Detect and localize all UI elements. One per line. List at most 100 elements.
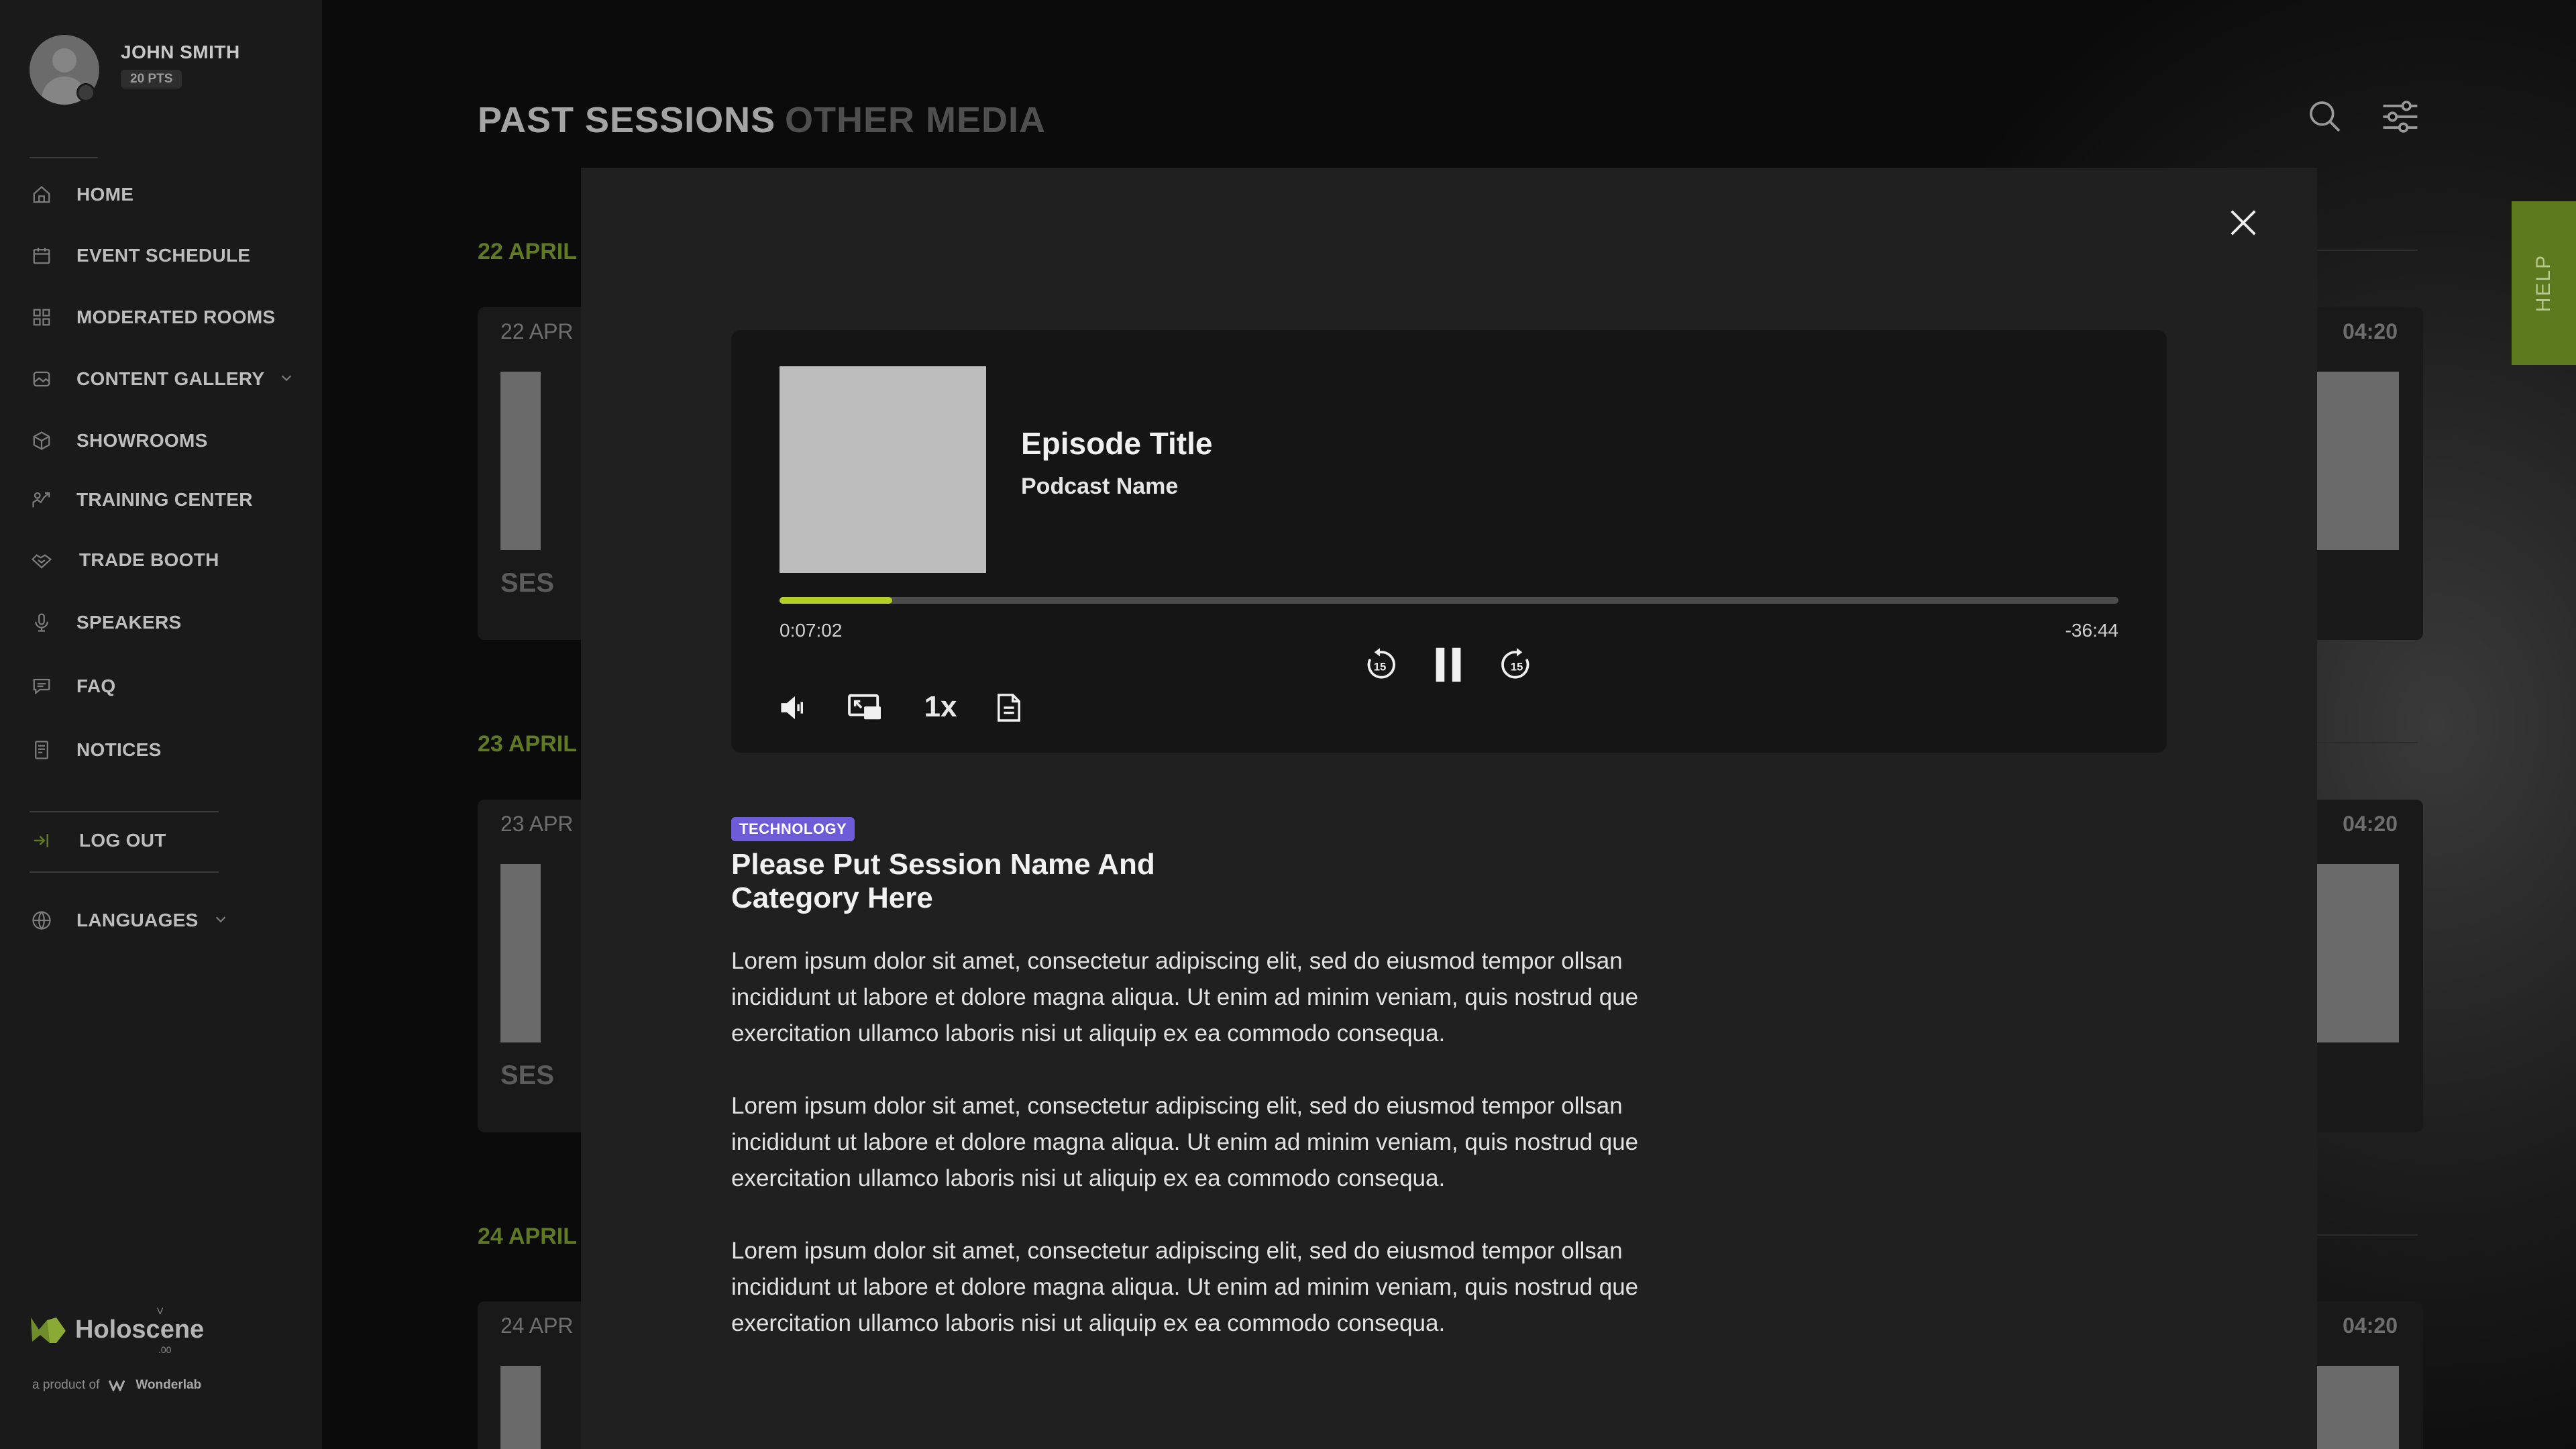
divider — [30, 871, 219, 873]
card-title: SESSION TWO LINES — [500, 1061, 554, 1090]
skip-back-15-icon: 15 — [1367, 648, 1395, 679]
pause-button[interactable] — [1429, 645, 1468, 684]
holoscene-logo-icon — [31, 1318, 66, 1343]
search-icon[interactable] — [2306, 98, 2344, 139]
transcript-document-icon — [998, 694, 1020, 722]
sidebar-item-trade-booth[interactable]: TRADE BOOTH — [30, 544, 219, 576]
microphone-icon — [30, 610, 54, 635]
brand-logo: Holoscene V .00 — [30, 1305, 205, 1355]
card-thumbnail — [2317, 1366, 2399, 1449]
card-date: 24 APR — [500, 1313, 574, 1338]
transcript-button[interactable] — [994, 690, 1024, 726]
user-name: JOHN SMITH — [121, 42, 240, 62]
mute-button[interactable] — [778, 691, 812, 724]
close-button[interactable] — [2223, 203, 2263, 243]
card-date: 22 APR — [500, 319, 574, 343]
avatar-edit-badge[interactable] — [76, 83, 95, 102]
card-thumbnail — [500, 1366, 541, 1449]
brand-sub-version: .00 — [158, 1344, 172, 1355]
picture-in-picture-icon — [848, 694, 881, 720]
progress-fill — [780, 597, 892, 604]
sidebar-item-label: TRAINING CENTER — [76, 489, 253, 510]
sidebar-item-notices[interactable]: NOTICES — [30, 734, 162, 766]
picture-in-picture-button[interactable] — [847, 691, 884, 724]
card-duration: 04:20 — [2343, 812, 2398, 836]
pause-icon — [1436, 647, 1461, 682]
date-heading: 24 APRIL — [478, 1224, 578, 1249]
sidebar-item-label: EVENT SCHEDULE — [76, 245, 251, 266]
sidebar-item-home[interactable]: HOME — [30, 178, 133, 211]
training-icon — [30, 488, 54, 512]
help-tab[interactable]: HELP — [2512, 201, 2576, 365]
tab-past-sessions[interactable]: PAST SESSIONS — [478, 99, 775, 141]
skip-forward-15-icon: 15 — [1501, 648, 1529, 679]
sidebar-item-label: FAQ — [76, 676, 116, 696]
card-thumbnail — [500, 864, 541, 1042]
card-title: SESSION TWO LINES — [500, 568, 554, 598]
playback-speed-button[interactable]: 1x — [920, 688, 961, 726]
episode-title: Episode Title — [1021, 426, 1213, 461]
episode-cover-art — [780, 366, 986, 573]
handshake-icon — [30, 548, 54, 572]
remaining-time: -36:44 — [2065, 620, 2118, 641]
volume-icon — [781, 696, 803, 720]
logout-button[interactable]: LOG OUT — [30, 824, 166, 857]
sidebar-item-content-gallery[interactable]: CONTENT GALLERY — [30, 363, 294, 395]
card-date: 23 APR — [500, 812, 574, 836]
chevron-down-icon[interactable] — [279, 370, 294, 388]
divider — [30, 157, 98, 158]
sidebar-item-label: NOTICES — [76, 739, 162, 760]
sidebar-item-training-center[interactable]: TRAINING CENTER — [30, 484, 253, 516]
brand-version: V — [157, 1305, 164, 1316]
divider — [30, 811, 219, 812]
card-duration: 04:20 — [2343, 319, 2398, 343]
session-title: Please Put Session Name And Category Her… — [731, 848, 1155, 914]
points-badge: 20 PTS — [121, 70, 182, 89]
chevron-down-icon — [213, 912, 228, 930]
sidebar-item-moderated-rooms[interactable]: MODERATED ROOMS — [30, 301, 275, 333]
languages-selector[interactable]: LANGUAGES — [30, 904, 228, 936]
sidebar-item-event-schedule[interactable]: EVENT SCHEDULE — [30, 239, 250, 272]
date-heading: 23 APRIL — [478, 731, 578, 757]
podcast-player: Episode Title Podcast Name 0:07:02 -36:4… — [731, 330, 2167, 753]
sidebar-item-label: SPEAKERS — [76, 612, 182, 633]
session-detail-modal: Episode Title Podcast Name 0:07:02 -36:4… — [581, 168, 2317, 1449]
skip-forward-button[interactable]: 15 — [1499, 647, 1535, 683]
sidebar-item-showrooms[interactable]: SHOWROOMS — [30, 425, 208, 457]
date-heading: 22 APRIL — [478, 239, 578, 264]
gallery-icon — [30, 367, 54, 391]
session-description: Lorem ipsum dolor sit amet, consectetur … — [731, 1093, 1639, 1191]
svg-text:15: 15 — [1374, 660, 1387, 673]
home-icon — [30, 182, 54, 207]
card-thumbnail — [2317, 864, 2399, 1042]
help-label: HELP — [2532, 254, 2555, 313]
filter-sliders-icon[interactable] — [2380, 98, 2420, 139]
sidebar-item-label: MODERATED ROOMS — [76, 307, 276, 327]
document-icon — [30, 738, 54, 762]
card-duration: 04:20 — [2343, 1313, 2398, 1338]
cube-icon — [30, 429, 54, 453]
tab-other-media[interactable]: OTHER MEDIA — [785, 99, 1046, 141]
wonderlab-logo-icon — [109, 1380, 125, 1391]
brand-name: Holoscene — [75, 1315, 205, 1344]
calendar-icon — [30, 244, 54, 268]
sidebar-item-label: SHOWROOMS — [76, 430, 208, 451]
grid-icon — [30, 305, 54, 329]
sidebar-item-speakers[interactable]: SPEAKERS — [30, 606, 181, 639]
globe-icon — [30, 908, 54, 932]
skip-back-button[interactable]: 15 — [1362, 647, 1398, 683]
languages-label: LANGUAGES — [76, 910, 199, 930]
elapsed-time: 0:07:02 — [780, 620, 843, 641]
close-icon — [2231, 210, 2256, 235]
podcast-name: Podcast Name — [1021, 474, 1179, 499]
sidebar: JOHN SMITH 20 PTS HOME EVENT SCHEDULE MO… — [0, 0, 322, 1449]
sidebar-item-label: HOME — [76, 184, 134, 205]
chat-icon — [30, 674, 54, 698]
session-description: Lorem ipsum dolor sit amet, consectetur … — [731, 1238, 1639, 1336]
playback-progress-bar[interactable] — [780, 597, 2118, 604]
sidebar-item-label: CONTENT GALLERY — [76, 368, 265, 389]
svg-text:15: 15 — [1511, 660, 1523, 673]
brand-byline: a product of Wonderlab — [32, 1378, 202, 1392]
sidebar-item-faq[interactable]: FAQ — [30, 670, 115, 702]
divider — [2317, 1234, 2418, 1236]
